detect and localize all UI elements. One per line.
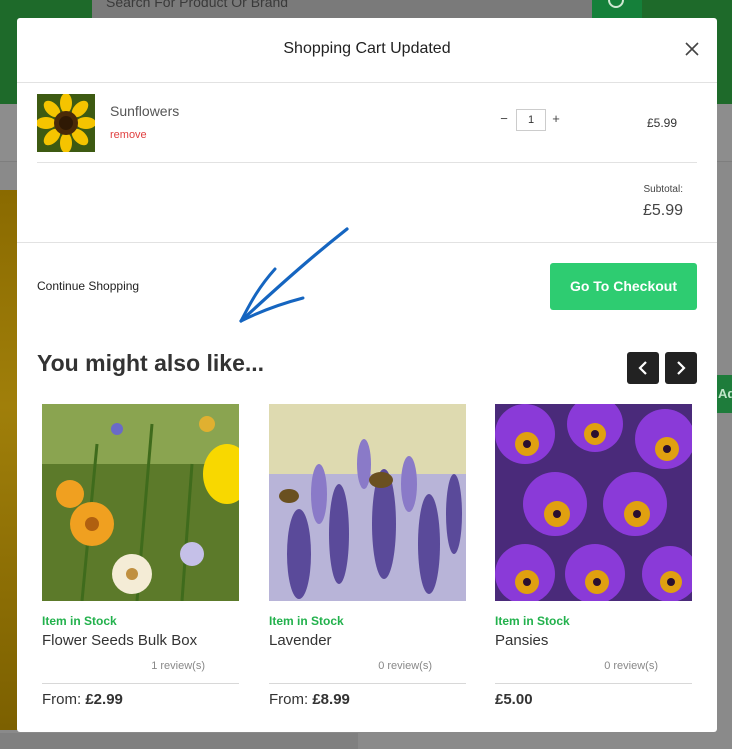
close-icon[interactable] <box>683 40 701 58</box>
chevron-left-icon <box>638 361 647 375</box>
price-value: £8.99 <box>312 691 350 708</box>
product-price: From: £8.99 <box>269 691 350 708</box>
product-price: From: £2.99 <box>42 691 123 708</box>
stock-status: Item in Stock <box>495 614 570 628</box>
product-image[interactable] <box>42 404 239 601</box>
divider <box>495 683 692 684</box>
remove-link[interactable]: remove <box>110 129 147 141</box>
search-icon <box>608 0 624 8</box>
product-name[interactable]: Pansies <box>495 632 548 649</box>
cart-item-name[interactable]: Sunflowers <box>110 103 179 119</box>
product-card[interactable]: Item in Stock Pansies 0 review(s) £5.00 <box>495 404 692 708</box>
add-to-cart-button[interactable]: Ad <box>716 375 732 413</box>
subtotal-value: £5.99 <box>642 202 683 219</box>
stock-status: Item in Stock <box>42 614 117 628</box>
product-card[interactable]: Item in Stock Lavender 0 review(s) From:… <box>269 404 466 708</box>
modal-header: Shopping Cart Updated <box>17 18 717 83</box>
review-count: 0 review(s) <box>378 660 432 672</box>
divider <box>42 683 239 684</box>
modal-title: Shopping Cart Updated <box>283 40 451 57</box>
price-prefix: From: <box>42 691 86 708</box>
subtotal-label: Subtotal: <box>643 184 683 195</box>
divider <box>269 683 466 684</box>
divider <box>17 242 717 243</box>
product-price: £5.00 <box>495 691 533 708</box>
product-name[interactable]: Flower Seeds Bulk Box <box>42 632 197 649</box>
cart-item-row: Sunflowers remove − 1 + £5.99 <box>37 94 697 163</box>
product-image[interactable] <box>269 404 466 601</box>
carousel-next-button[interactable] <box>665 352 697 384</box>
checkout-button[interactable]: Go To Checkout <box>550 263 697 310</box>
search-button[interactable] <box>592 0 642 18</box>
chevron-right-icon <box>677 361 686 375</box>
continue-shopping-link[interactable]: Continue Shopping <box>37 279 139 293</box>
quantity-increment-button[interactable]: + <box>550 111 562 126</box>
cart-modal: Shopping Cart Updated Sunflowers remove … <box>17 18 717 732</box>
stock-status: Item in Stock <box>269 614 344 628</box>
background-footer-strip <box>0 733 358 749</box>
review-count: 0 review(s) <box>604 660 658 672</box>
price-prefix: From: <box>269 691 313 708</box>
quantity-decrement-button[interactable]: − <box>498 111 510 126</box>
line-item-price: £5.99 <box>646 116 677 130</box>
product-card[interactable]: Item in Stock Flower Seeds Bulk Box 1 re… <box>42 404 239 708</box>
sunflower-thumbnail <box>37 94 95 152</box>
product-name[interactable]: Lavender <box>269 632 332 649</box>
price-value: £2.99 <box>85 691 123 708</box>
price-value: £5.00 <box>495 691 533 708</box>
recommendations-heading: You might also like... <box>37 350 265 376</box>
annotation-arrow-icon <box>239 227 349 323</box>
carousel-prev-button[interactable] <box>627 352 659 384</box>
search-input[interactable]: Search For Product Or Brand <box>92 0 592 18</box>
review-count: 1 review(s) <box>151 660 205 672</box>
quantity-input[interactable]: 1 <box>516 109 546 131</box>
product-image[interactable] <box>495 404 692 601</box>
